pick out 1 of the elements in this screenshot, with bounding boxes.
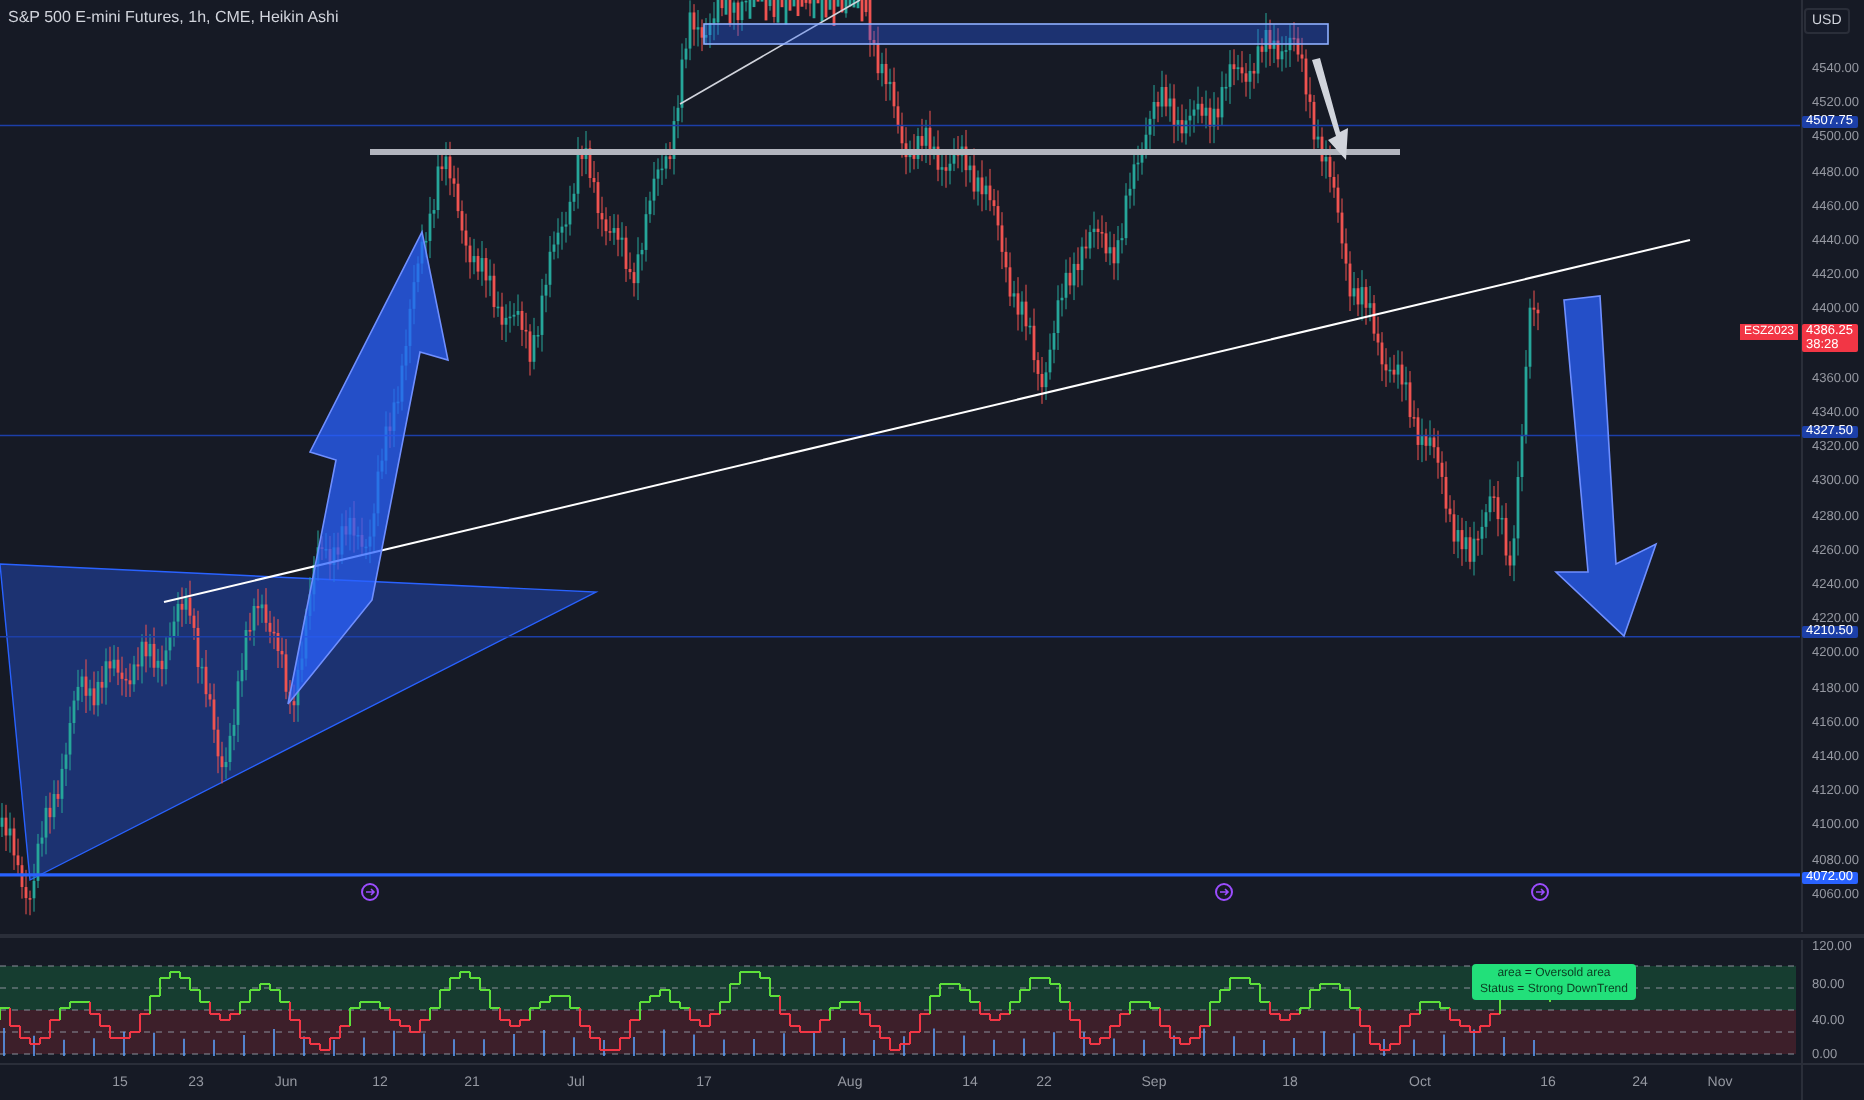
chart-title: S&P 500 E-mini Futures, 1h, CME, Heikin Ashi [8,6,339,30]
